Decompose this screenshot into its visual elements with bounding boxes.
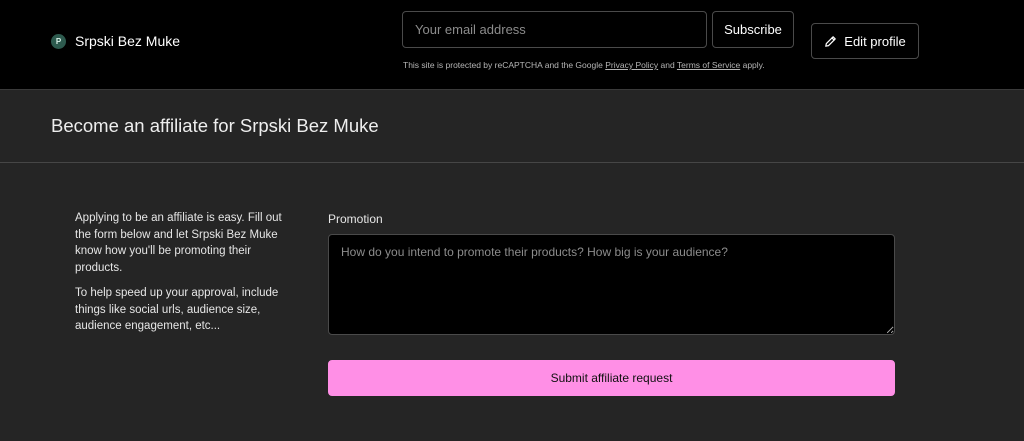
- instructions-tips: To help speed up your approval, include …: [75, 287, 279, 332]
- avatar: P: [51, 33, 66, 49]
- recaptcha-suffix: apply.: [742, 60, 765, 70]
- email-input[interactable]: [402, 11, 707, 48]
- top-bar: P Srpski Bez Muke Subscribe This site is…: [0, 0, 1024, 90]
- recaptcha-prefix: This site is protected by reCAPTCHA and …: [403, 60, 603, 70]
- edit-profile-button[interactable]: Edit profile: [811, 23, 919, 59]
- edit-profile-label: Edit profile: [844, 33, 906, 49]
- page-header: Become an affiliate for Srpski Bez Muke: [0, 90, 1024, 163]
- recaptcha-and: and: [660, 60, 675, 70]
- page-title: Become an affiliate for Srpski Bez Muke: [51, 115, 379, 136]
- brand-name[interactable]: Srpski Bez Muke: [75, 33, 180, 49]
- subscribe-button[interactable]: Subscribe: [712, 11, 794, 48]
- promotion-label: Promotion: [328, 212, 383, 226]
- pencil-icon: [824, 35, 837, 48]
- instructions-paragraph: Applying to be an affiliate is easy. Fil…: [75, 212, 282, 274]
- submit-affiliate-request-button[interactable]: Submit affiliate request: [328, 360, 895, 396]
- privacy-policy-link[interactable]: Privacy Policy: [605, 60, 658, 70]
- promotion-textarea[interactable]: [328, 234, 895, 335]
- recaptcha-notice: This site is protected by reCAPTCHA and …: [403, 60, 765, 70]
- affiliate-instructions: Applying to be an affiliate is easy. Fil…: [75, 210, 285, 344]
- brand[interactable]: P Srpski Bez Muke: [51, 33, 180, 49]
- terms-of-service-link[interactable]: Terms of Service: [677, 60, 740, 70]
